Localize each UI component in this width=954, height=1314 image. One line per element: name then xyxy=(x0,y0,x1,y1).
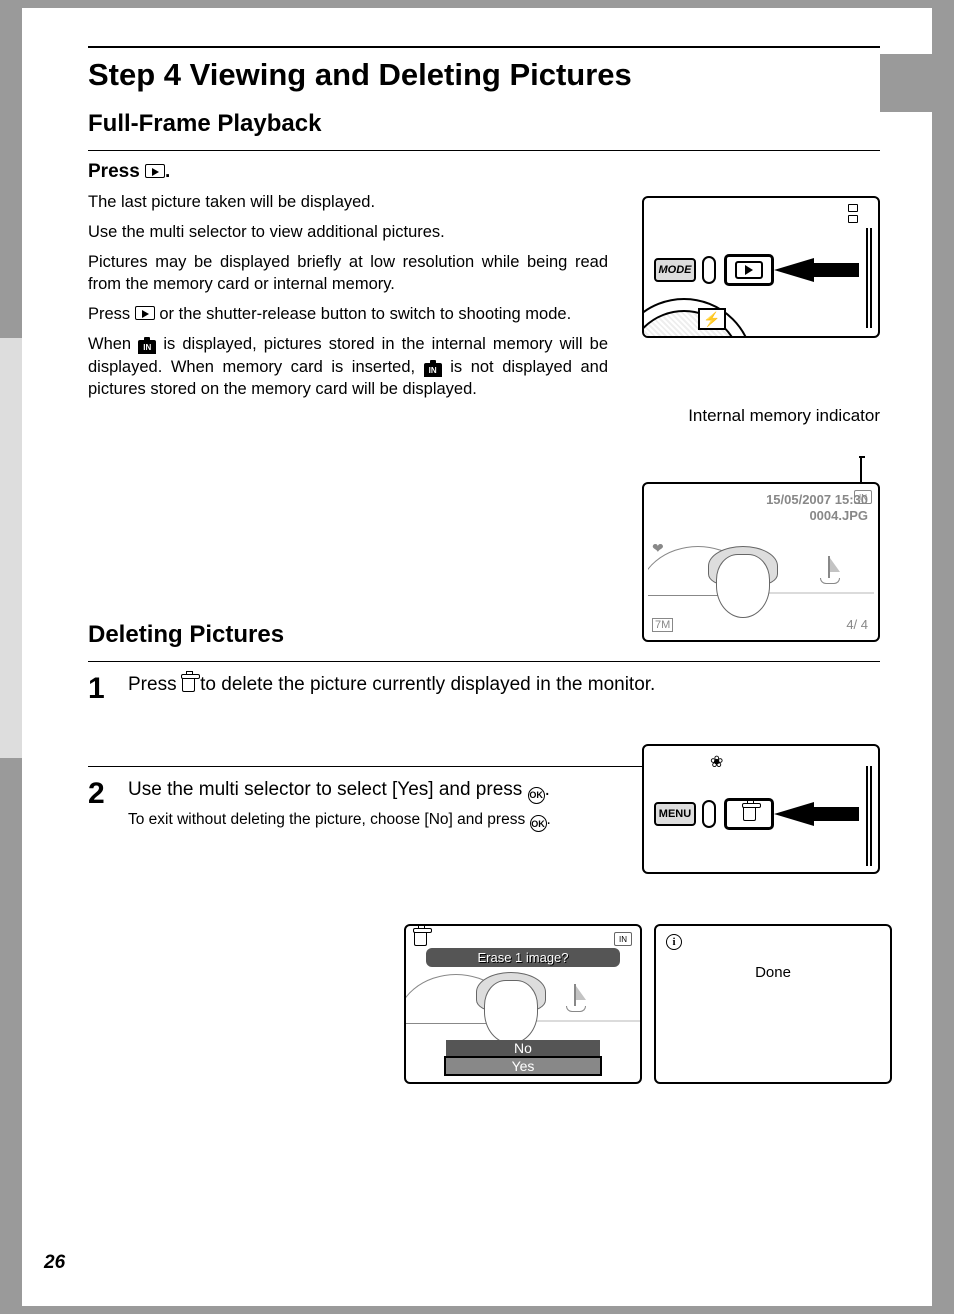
playback-button xyxy=(724,254,774,286)
grip-lines-2 xyxy=(866,766,872,866)
in-badge: IN xyxy=(854,490,872,504)
arrow-icon-2 xyxy=(774,802,814,826)
step-1-row: 1 Press to delete the picture currently … xyxy=(88,672,880,706)
para-4: Press or the shutter-release button to s… xyxy=(88,303,608,326)
step-1-number: 1 xyxy=(88,672,114,706)
page-number: 26 xyxy=(44,1252,65,1274)
play-icon xyxy=(145,164,165,178)
section-full-frame-heading: Full-Frame Playback xyxy=(88,110,880,138)
step-2-screens: IN Erase 1 image? No Yes i Done xyxy=(404,924,892,1084)
dial-outer-2 xyxy=(664,744,784,746)
done-screen: i Done xyxy=(654,924,892,1084)
info-icon: i xyxy=(666,934,682,950)
in-badge-2: IN xyxy=(614,932,632,946)
arrow-tail-2 xyxy=(809,807,859,821)
slider xyxy=(702,256,716,284)
indicator-lights xyxy=(848,204,858,226)
page: Step 4 Viewing and Deleting Pictures Ful… xyxy=(22,8,932,1306)
body-column: The last picture taken will be displayed… xyxy=(88,191,608,401)
delete-button xyxy=(724,798,774,830)
rule-2 xyxy=(88,661,880,662)
internal-memory-label: Internal memory indicator xyxy=(642,406,880,426)
p4a: Press xyxy=(88,305,135,323)
trash-icon xyxy=(182,678,195,692)
figure-camera-back-play: MODE ⚡ xyxy=(642,196,880,338)
page-title-bar: Step 4 Viewing and Deleting Pictures xyxy=(88,58,880,92)
internal-memory-icon-2: IN xyxy=(424,363,442,377)
press-play-subhead: Press . xyxy=(88,161,880,183)
period: . xyxy=(165,161,170,182)
photo-illustration xyxy=(648,518,874,636)
slider-2 xyxy=(702,800,716,828)
ok-icon: OK xyxy=(528,787,545,804)
para-1: The last picture taken will be displayed… xyxy=(88,191,608,214)
arrow-tail xyxy=(809,263,859,277)
p5a: When xyxy=(88,335,138,353)
option-no: No xyxy=(446,1040,600,1056)
play-icon-inline xyxy=(135,306,155,320)
figure-camera-back-delete: ❀ MENU xyxy=(642,744,880,874)
press-text: Press xyxy=(88,161,145,182)
title-bar-extension xyxy=(880,54,954,112)
para-3: Pictures may be displayed briefly at low… xyxy=(88,251,608,297)
step-1-text: Press to delete the picture currently di… xyxy=(128,672,880,698)
step-2-number: 2 xyxy=(88,777,114,832)
para-2: Use the multi selector to view additiona… xyxy=(88,221,608,244)
erase-banner: Erase 1 image? xyxy=(426,948,620,967)
done-text: Done xyxy=(656,964,890,981)
flash-icon-box: ⚡ xyxy=(698,308,726,330)
p4b: or the shutter-release button to switch … xyxy=(155,305,571,323)
trash-icon-corner xyxy=(414,932,427,946)
top-rule xyxy=(88,46,880,48)
ok-icon-2: OK xyxy=(530,815,547,832)
arrow-icon xyxy=(774,258,814,282)
erase-confirm-screen: IN Erase 1 image? No Yes xyxy=(404,924,642,1084)
trash-icon-2 xyxy=(743,807,756,821)
rule-1 xyxy=(88,150,880,151)
menu-button: MENU xyxy=(654,802,696,826)
para-5: When IN is displayed, pictures stored in… xyxy=(88,333,608,401)
mode-button: MODE xyxy=(654,258,696,282)
internal-memory-icon: IN xyxy=(138,340,156,354)
macro-icon: ❀ xyxy=(710,752,723,772)
grip-lines xyxy=(866,228,872,328)
date-text: 15/05/2007 15:30 xyxy=(766,492,868,507)
option-yes: Yes xyxy=(446,1058,600,1074)
figure-playback-screen: 15/05/2007 15:30 0004.JPG IN ❤ 7M 4/ 4 xyxy=(642,482,880,642)
page-title: Step 4 Viewing and Deleting Pictures xyxy=(88,58,632,92)
